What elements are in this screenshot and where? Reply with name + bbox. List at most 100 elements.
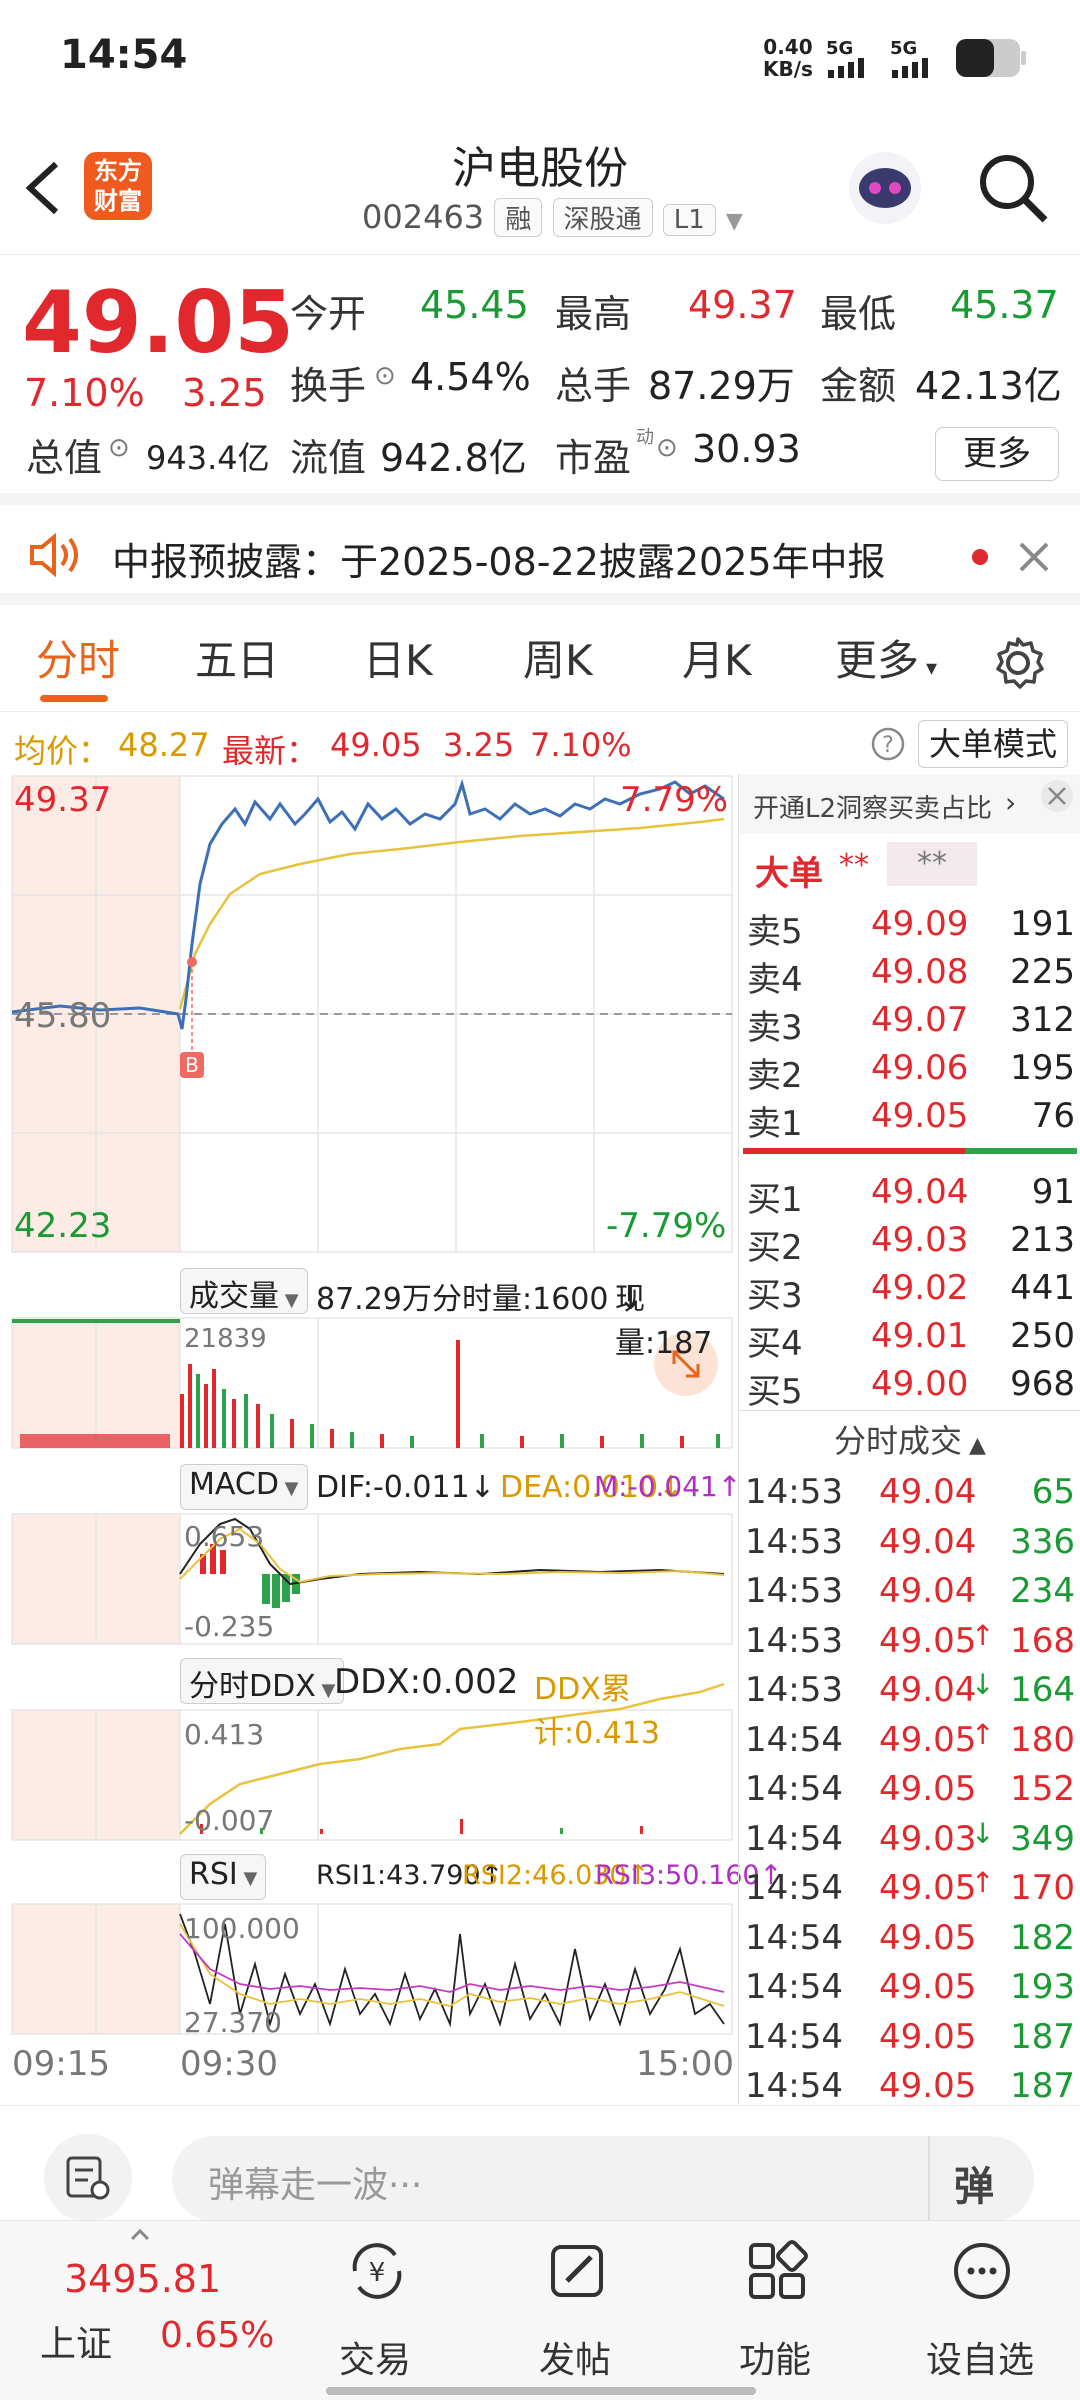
help-icon[interactable]: ?: [870, 726, 906, 762]
macd-axis-bottom: -0.235: [184, 1610, 275, 1643]
macd-indicator-select[interactable]: MACD ▼: [180, 1464, 308, 1510]
trades-title[interactable]: 分时成交 ▲: [739, 1416, 1080, 1462]
ask-price: 49.06: [871, 1048, 969, 1088]
tab-more[interactable]: 更多 ▾: [835, 627, 937, 688]
net-speed: 0.40 KB/s: [763, 35, 813, 81]
settings-icon[interactable]: [990, 635, 1046, 691]
volume-axis-max: 21839: [184, 1324, 267, 1354]
trade-price: 49.05: [879, 2016, 977, 2057]
notice-bar[interactable]: 中报预披露：于2025-08-22披露2025年中报: [0, 505, 1080, 605]
trade-price: 49.04: [879, 1571, 977, 1611]
rsi-indicator-select[interactable]: RSI ▼: [180, 1854, 267, 1900]
trade-row: 14:53 49.04 65: [739, 1466, 1080, 1514]
stock-code: 002463: [362, 198, 485, 236]
high-label: 最高: [555, 292, 632, 336]
time-axis-open: 09:30: [180, 2044, 278, 2084]
down-arrow-icon: ↓: [971, 1668, 995, 1701]
trade-row: 14:53 49.04 234: [739, 1565, 1080, 1613]
ask-row: 卖2 49.06 195: [739, 1042, 1080, 1096]
trade-time: 14:54: [745, 1917, 843, 1958]
l2-promo[interactable]: 开通L2洞察买卖占比 ›: [739, 774, 1080, 834]
nav-post[interactable]: 发帖: [500, 2221, 650, 2401]
volume-indicator-select[interactable]: 成交量 ▼: [180, 1268, 308, 1314]
search-icon[interactable]: [975, 150, 1051, 226]
trade-volume: 65: [1031, 1472, 1075, 1512]
trade-price: 49.05: [879, 1719, 977, 1760]
home-indicator: [326, 2387, 756, 2395]
ask-levels: 卖5 49.09 191 卖4 49.08 225 卖3 49.07 312 卖2 49.06 195…: [739, 898, 1080, 1144]
bid-ratio-bar: [965, 1148, 1077, 1154]
trade-volume: 336: [1010, 1521, 1075, 1562]
danmaku-toggle-button[interactable]: 弹: [954, 2154, 994, 2212]
robot-assistant-icon[interactable]: [845, 148, 925, 228]
down-arrow-icon: ↓: [971, 1816, 995, 1850]
ask-volume: 76: [1031, 1096, 1075, 1136]
trade-time: 14:54: [745, 1769, 843, 1809]
nav-add-watchlist[interactable]: 设自选: [905, 2221, 1055, 2401]
trade-volume: 164: [1010, 1670, 1075, 1710]
bid-level-label: 买5: [747, 1372, 803, 1412]
big-order-masked-2: **: [887, 842, 977, 886]
info-icon[interactable]: ⊙: [656, 433, 678, 463]
bid-volume: 250: [1010, 1316, 1075, 1356]
trade-time: 14:54: [745, 1967, 843, 2007]
tab-weekly-k[interactable]: 周K: [523, 627, 593, 688]
ask-price: 49.05: [871, 1096, 969, 1136]
nav-functions[interactable]: 功能: [700, 2221, 850, 2401]
index-percent: 0.65%: [160, 2315, 275, 2356]
ddx-cumulative: DDX累计:0.413: [534, 1672, 660, 1751]
tab-intraday[interactable]: 分时: [36, 627, 120, 688]
order-book-panel: 开通L2洞察买卖占比 › 大单 ** ** 卖5 49.09 191 卖4 49.08 2…: [738, 774, 1080, 2106]
index-widget[interactable]: 3495.81 上证 0.65%: [0, 2221, 280, 2401]
nav-trade[interactable]: ¥ 交易: [300, 2221, 450, 2401]
trade-row: 14:54 49.05 ↑ 170: [739, 1862, 1080, 1910]
info-icon[interactable]: ⊙: [108, 433, 130, 463]
chevron-right-icon: ›: [1005, 786, 1017, 819]
bid-volume: 441: [1010, 1268, 1075, 1308]
current-volume: 现量:187: [615, 1282, 713, 1361]
big-order-mode-button[interactable]: 大单模式: [918, 720, 1068, 768]
info-icon[interactable]: ⊙: [374, 361, 396, 391]
trade-row: 14:54 49.05 193: [739, 1961, 1080, 2009]
float-cap-label: 流值: [290, 436, 367, 480]
more-button[interactable]: 更多: [935, 427, 1059, 481]
nav-trade-label: 交易: [338, 2340, 411, 2381]
buy-marker-label: B: [185, 1053, 199, 1077]
bid-price: 49.00: [871, 1364, 969, 1404]
volume-total: 87.29万: [316, 1282, 432, 1317]
close-icon[interactable]: [1018, 541, 1050, 573]
bid-price: 49.03: [871, 1220, 969, 1260]
bid-price: 49.01: [871, 1316, 969, 1356]
bid-row: 买2 49.03 213: [739, 1214, 1080, 1268]
divider: [739, 1410, 1080, 1411]
margin-tag: 融: [494, 198, 543, 237]
close-icon[interactable]: [1039, 778, 1075, 814]
danmaku-input[interactable]: 弹幕走一波··· 弹: [172, 2136, 1034, 2222]
ddx-indicator-select[interactable]: 分时DDX ▼: [180, 1658, 345, 1704]
up-arrow-icon: ↑: [971, 1618, 995, 1652]
trade-row: 14:54 49.05 152: [739, 1763, 1080, 1811]
l2-promo-text: 开通L2洞察买卖占比: [753, 794, 993, 824]
bid-volume: 213: [1010, 1220, 1075, 1260]
turnover-value: 4.54%: [410, 355, 531, 399]
ask-volume: 312: [1010, 1000, 1075, 1040]
trade-time: 14:53: [745, 1472, 843, 1512]
ask-ratio-bar: [743, 1148, 965, 1154]
tab-monthly-k[interactable]: 月K: [682, 627, 752, 688]
ddx-value: DDX:0.002: [334, 1662, 519, 1702]
open-value: 45.45: [420, 283, 529, 327]
unread-dot: [972, 549, 988, 565]
ask-row: 卖5 49.09 191: [739, 898, 1080, 952]
bid-volume: 91: [1031, 1172, 1075, 1212]
bid-row: 买4 49.01 250: [739, 1310, 1080, 1364]
trade-row: 14:54 49.05 ↑ 180: [739, 1714, 1080, 1762]
tab-daily-k[interactable]: 日K: [363, 627, 433, 688]
trade-row: 14:53 49.04 336: [739, 1516, 1080, 1564]
svg-text:¥: ¥: [369, 2258, 386, 2288]
dropdown-icon[interactable]: ▼: [726, 209, 743, 234]
trade-list: 14:53 49.04 65 14:53 49.04 336 14:53 49.04 234 14…: [739, 1466, 1080, 2106]
signal-2-icon: [892, 58, 928, 78]
intraday-chart-area[interactable]: B 49.37 7.79% 45.80 42.23 -7.79% 成交量 ▼ 8…: [0, 774, 782, 2104]
tab-5day[interactable]: 五日: [195, 627, 279, 688]
bid-price: 49.02: [871, 1268, 969, 1308]
